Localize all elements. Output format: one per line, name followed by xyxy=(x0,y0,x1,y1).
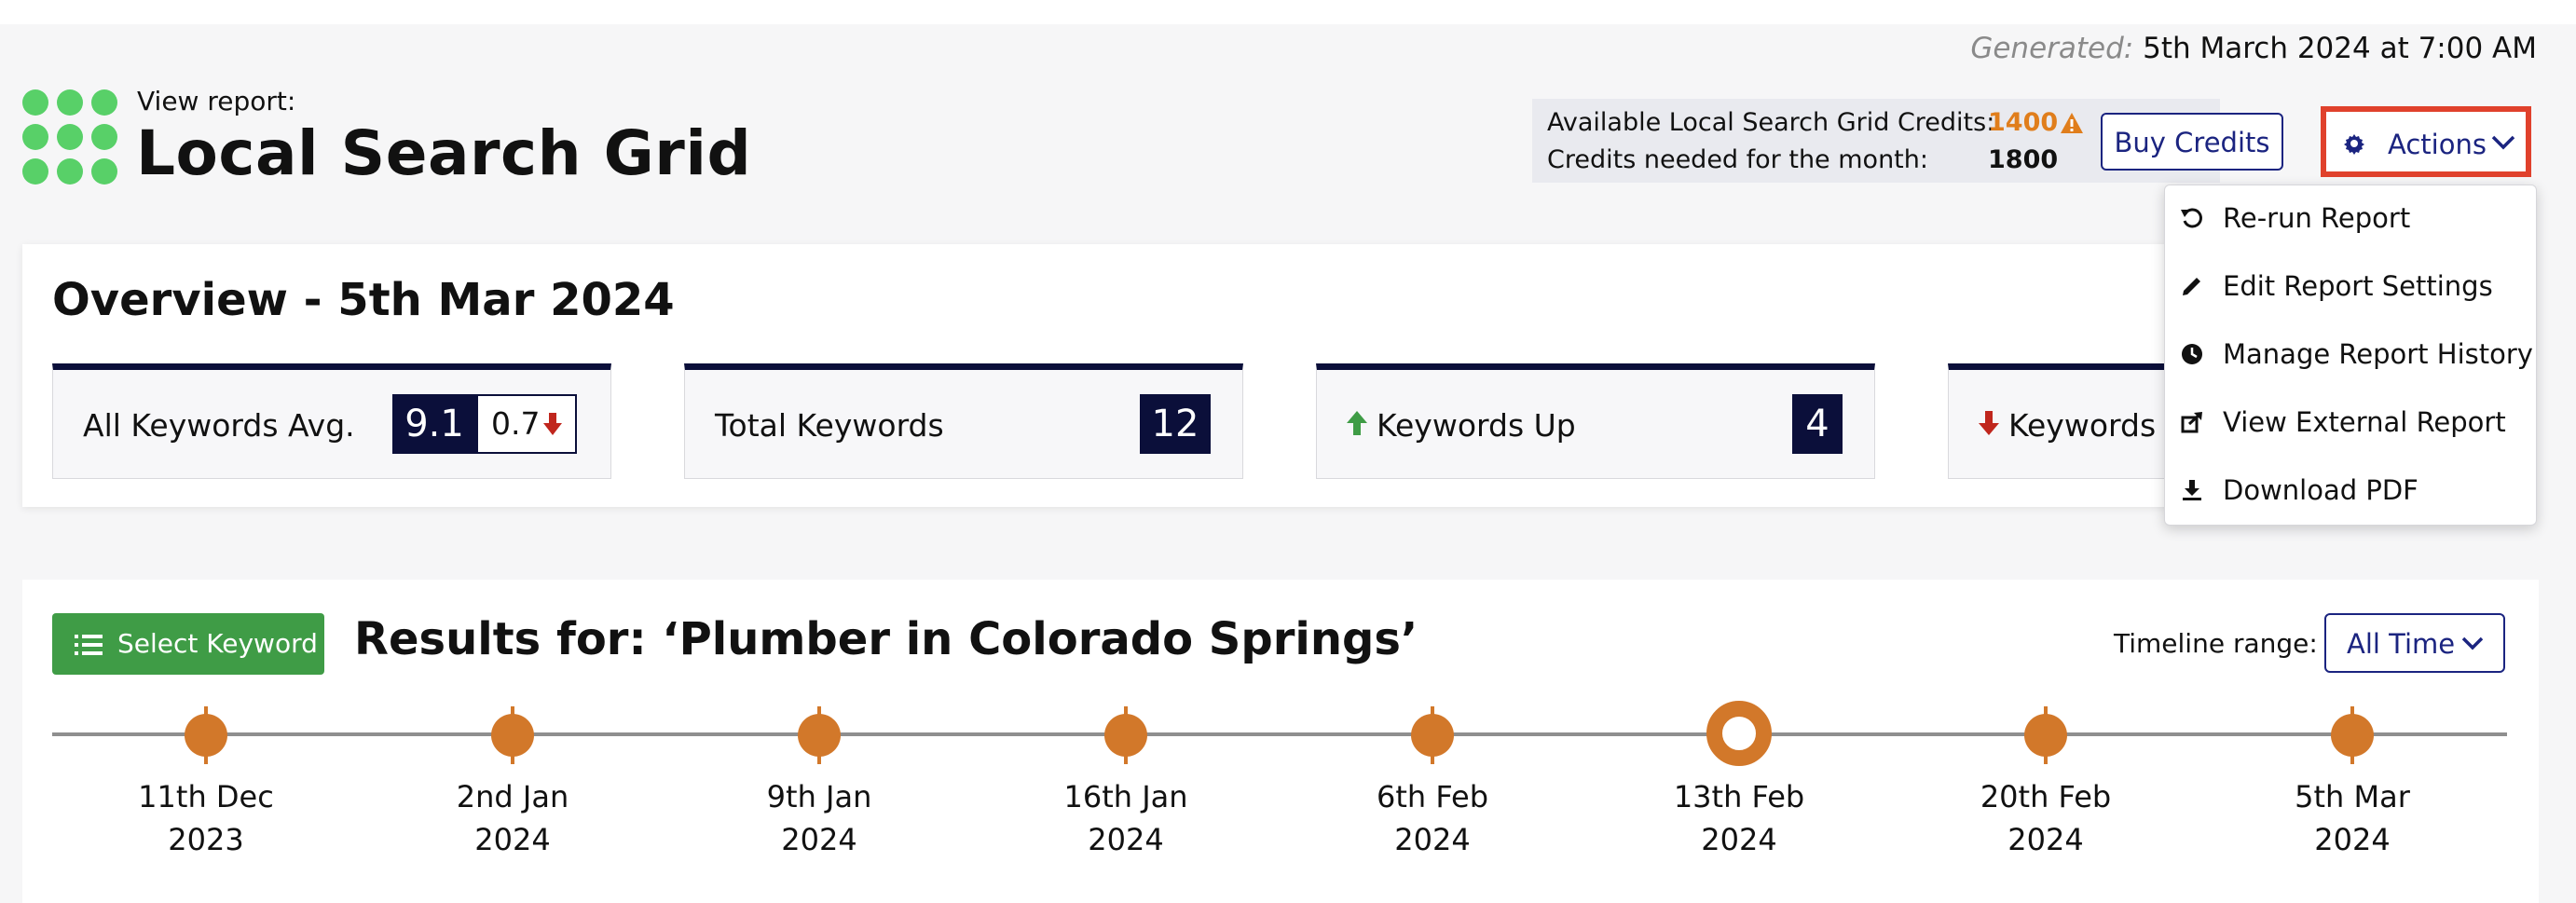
actions-menu: Re-run Report Edit Report Settings Manag… xyxy=(2164,185,2537,526)
rerun-icon xyxy=(2181,208,2202,228)
all-keywords-avg-card: All Keywords Avg. 9.1 0.7 xyxy=(52,363,611,479)
keywords-up-badge: 4 xyxy=(1792,394,1843,454)
timeline-node[interactable] xyxy=(798,706,841,764)
menu-item-view-external[interactable]: View External Report xyxy=(2165,390,2536,455)
overview-title: Overview - 5th Mar 2024 xyxy=(52,274,675,326)
arrow-up-icon xyxy=(1347,411,1367,435)
timeline-track xyxy=(52,732,2507,736)
generated-value: 5th March 2024 at 7:00 AM xyxy=(2143,32,2537,65)
avg-rank-badge: 9.1 xyxy=(392,394,476,454)
arrow-down-icon xyxy=(1979,411,1999,435)
warning-icon xyxy=(2061,113,2083,133)
available-credits-value: 1400 xyxy=(1988,108,2059,137)
card-label: Keywords D xyxy=(2008,407,2190,444)
timeline-date-line2: 2024 xyxy=(1088,822,1164,857)
list-icon xyxy=(75,635,103,655)
timeline-date-label: 13th Feb 2024 xyxy=(1627,775,1851,861)
menu-item-edit-settings[interactable]: Edit Report Settings xyxy=(2165,253,2536,319)
timeline-node[interactable] xyxy=(185,706,227,764)
avg-change-value: 0.7 xyxy=(491,405,541,442)
timeline-date-line2: 2024 xyxy=(2007,822,2084,857)
external-link-icon xyxy=(2181,412,2202,433)
menu-item-rerun-report[interactable]: Re-run Report xyxy=(2165,185,2536,251)
select-keyword-label: Select Keyword xyxy=(117,628,318,659)
timeline-date-line1: 20th Feb xyxy=(1980,779,2112,814)
timeline-node-stem xyxy=(204,706,208,764)
view-report-label: View report: xyxy=(137,86,296,116)
timeline-date-line1: 11th Dec xyxy=(138,779,274,814)
timeline-date-label: 9th Jan 2024 xyxy=(707,775,931,861)
timeline-node-stem xyxy=(2350,706,2354,764)
timeline-node[interactable] xyxy=(2331,706,2374,764)
results-panel: Select Keyword Results for: ‘Plumber in … xyxy=(22,580,2539,903)
chevron-down-icon xyxy=(2461,636,2484,650)
top-strip xyxy=(0,0,2576,24)
menu-item-label: View External Report xyxy=(2223,406,2506,438)
timeline-node[interactable] xyxy=(2024,706,2067,764)
timeline-node-stem xyxy=(817,706,821,764)
clock-icon xyxy=(2182,344,2202,364)
timeline-node-stem xyxy=(511,706,514,764)
card-label: All Keywords Avg. xyxy=(83,407,355,444)
timeline-node[interactable] xyxy=(1104,706,1147,764)
app-logo xyxy=(22,89,117,185)
arrow-down-icon xyxy=(543,413,562,435)
timeline-date-label: 11th Dec 2023 xyxy=(94,775,318,861)
timeline-date-label: 6th Feb 2024 xyxy=(1321,775,1544,861)
timeline-date-label: 16th Jan 2024 xyxy=(1014,775,1238,861)
timeline-date-line2: 2024 xyxy=(2314,822,2391,857)
timeline-node[interactable] xyxy=(1411,706,1454,764)
credits-needed-value: 1800 xyxy=(1988,145,2059,174)
download-icon xyxy=(2183,480,2201,500)
timeline-node-stem xyxy=(2044,706,2048,764)
menu-item-label: Edit Report Settings xyxy=(2223,270,2493,302)
timeline-date-line2: 2024 xyxy=(1394,822,1471,857)
overview-panel: Overview - 5th Mar 2024 All Keywords Avg… xyxy=(22,244,2507,507)
credits-needed-label: Credits needed for the month: xyxy=(1547,145,1928,174)
gear-icon xyxy=(2344,134,2364,155)
timeline-date-line2: 2023 xyxy=(168,822,244,857)
timeline-node-stem xyxy=(1124,706,1128,764)
timeline-date-line1: 13th Feb xyxy=(1673,779,1805,814)
timeline-node[interactable] xyxy=(491,706,534,764)
buy-credits-button[interactable]: Buy Credits xyxy=(2101,113,2283,171)
timeline-date-line1: 2nd Jan xyxy=(456,779,569,814)
menu-item-download-pdf[interactable]: Download PDF xyxy=(2165,458,2536,523)
available-credits-label: Available Local Search Grid Credits: xyxy=(1547,108,1995,137)
actions-button[interactable]: Actions xyxy=(2321,106,2531,177)
timeline-range-label: Timeline range: xyxy=(2114,628,2318,659)
timeline-range-value: All Time xyxy=(2347,628,2456,660)
card-label: Keywords Up xyxy=(1377,407,1576,444)
keywords-up-card: Keywords Up 4 xyxy=(1316,363,1875,479)
menu-item-manage-history[interactable]: Manage Report History xyxy=(2165,322,2536,387)
timeline-date-line1: 16th Jan xyxy=(1063,779,1188,814)
menu-item-label: Manage Report History xyxy=(2223,338,2533,370)
results-title: Results for: ‘Plumber in Colorado Spring… xyxy=(354,613,1418,665)
timeline-date-line2: 2024 xyxy=(781,822,857,857)
menu-item-label: Re-run Report xyxy=(2223,202,2411,234)
generated-timestamp: Generated: 5th March 2024 at 7:00 AM xyxy=(1970,32,2537,65)
timeline-date-label: 5th Mar 2024 xyxy=(2240,775,2464,861)
timeline-date-line1: 9th Jan xyxy=(766,779,872,814)
timeline-range-select[interactable]: All Time xyxy=(2324,613,2505,673)
pencil-icon xyxy=(2183,278,2200,295)
total-keywords-badge: 12 xyxy=(1140,394,1211,454)
timeline-date-line2: 2024 xyxy=(474,822,551,857)
timeline-node[interactable] xyxy=(1706,701,1772,766)
timeline-date-line2: 2024 xyxy=(1701,822,1777,857)
page-title: Local Search Grid xyxy=(136,117,752,189)
chevron-down-icon xyxy=(2491,135,2515,150)
timeline-date-label: 2nd Jan 2024 xyxy=(401,775,624,861)
generated-label: Generated: xyxy=(1970,32,2134,65)
timeline-node-stem xyxy=(1431,706,1434,764)
card-label: Total Keywords xyxy=(715,407,944,444)
total-keywords-card: Total Keywords 12 xyxy=(684,363,1243,479)
select-keyword-button[interactable]: Select Keyword xyxy=(52,613,324,675)
actions-label: Actions xyxy=(2388,129,2487,160)
menu-item-label: Download PDF xyxy=(2223,474,2418,506)
timeline-date-line1: 6th Feb xyxy=(1376,779,1488,814)
timeline-date-line1: 5th Mar xyxy=(2295,779,2410,814)
avg-change-badge: 0.7 xyxy=(476,394,577,454)
timeline-date-label: 20th Feb 2024 xyxy=(1934,775,2158,861)
